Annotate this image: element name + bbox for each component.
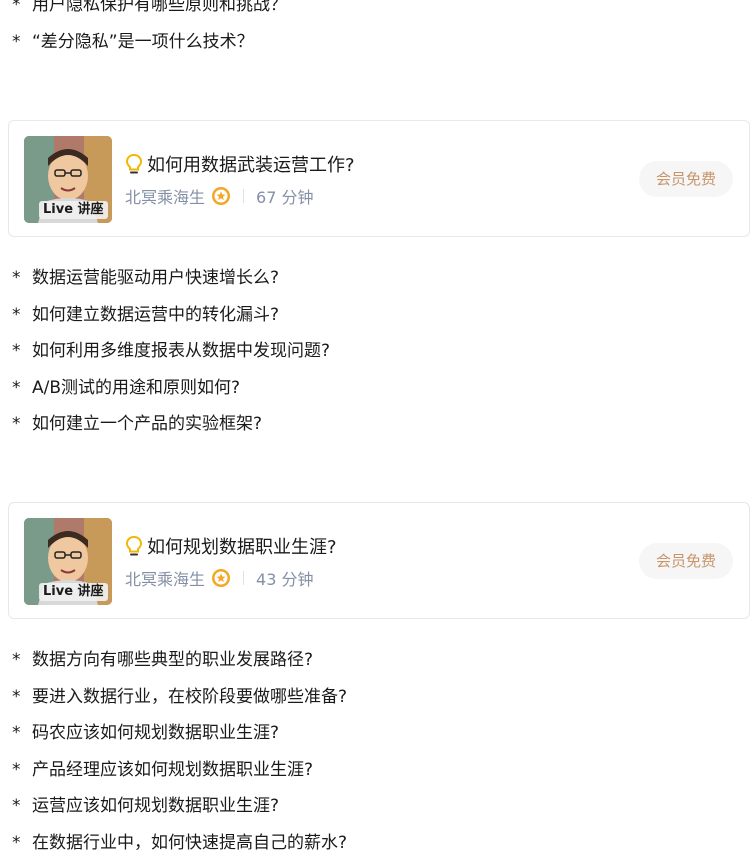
member-free-button[interactable]: 会员免费 <box>639 161 733 197</box>
question-text: 运营应该如何规划数据职业生涯? <box>32 796 280 816</box>
list-item[interactable]: * 用户隐私保护有哪些原则和挑战？ <box>12 0 287 24</box>
question-text: 码农应该如何规划数据职业生涯? <box>32 723 280 743</box>
lightbulb-icon <box>125 535 143 556</box>
list-item[interactable]: * 如何利用多维度报表从数据中发现问题? <box>12 333 330 370</box>
live-tag: Live 讲座 <box>39 201 108 219</box>
card-title-row: 如何规划数据职业生涯? <box>125 533 337 559</box>
question-text: “差分隐私”是一项什么技术？ <box>32 31 254 52</box>
question-text: 产品经理应该如何规划数据职业生涯? <box>32 759 314 780</box>
bullet-marker: * <box>12 304 21 325</box>
list-item[interactable]: * 运营应该如何规划数据职业生涯? <box>12 788 347 825</box>
bullet-marker: * <box>12 723 21 743</box>
author-name[interactable]: 北冥乘海生 <box>125 184 205 208</box>
bullet-marker: * <box>12 686 21 707</box>
question-text: 在数据行业中，如何快速提高自己的薪水? <box>32 832 348 853</box>
verified-badge-icon <box>212 569 231 587</box>
bullet-marker: * <box>12 377 21 398</box>
card-meta: 北冥乘海生 43 分钟 <box>125 566 313 590</box>
live-card[interactable]: Live 讲座 如何用数据武装运营工作? 北冥乘海生 67 分钟 会员免费 <box>8 120 750 237</box>
question-text: 如何建立数据运营中的转化漏斗? <box>32 304 280 325</box>
author-name[interactable]: 北冥乘海生 <box>125 566 205 590</box>
question-text: 用户隐私保护有哪些原则和挑战？ <box>32 0 287 15</box>
list-item[interactable]: * “差分隐私”是一项什么技术？ <box>12 24 287 61</box>
card-question-list: * 数据方向有哪些典型的职业发展路径? * 要进入数据行业，在校阶段要做哪些准备? … <box>12 642 347 861</box>
list-item[interactable]: * 产品经理应该如何规划数据职业生涯? <box>12 752 347 789</box>
question-text: 数据方向有哪些典型的职业发展路径? <box>32 650 314 670</box>
bullet-marker: * <box>12 650 21 670</box>
list-item[interactable]: * 数据方向有哪些典型的职业发展路径? <box>12 642 347 679</box>
list-item[interactable]: * 码农应该如何规划数据职业生涯? <box>12 715 347 752</box>
bullet-marker: * <box>12 31 21 52</box>
list-item[interactable]: * 要进入数据行业，在校阶段要做哪些准备? <box>12 679 347 716</box>
bullet-marker: * <box>12 0 21 15</box>
bullet-marker: * <box>12 414 21 434</box>
avatar: Live 讲座 <box>24 518 112 605</box>
top-question-list: * 用户隐私保护有哪些原则和挑战？ * “差分隐私”是一项什么技术？ <box>12 0 287 60</box>
live-card[interactable]: Live 讲座 如何规划数据职业生涯? 北冥乘海生 43 分钟 会员免费 <box>8 502 750 619</box>
duration-text: 67 分钟 <box>256 188 314 207</box>
list-item[interactable]: * 如何建立一个产品的实验框架? <box>12 406 330 443</box>
verified-badge-icon <box>212 187 231 205</box>
question-text: 数据运营能驱动用户快速增长么? <box>32 268 280 288</box>
card-title-row: 如何用数据武装运营工作? <box>125 151 355 177</box>
card-question-list: * 数据运营能驱动用户快速增长么? * 如何建立数据运营中的转化漏斗? * 如何利用多… <box>12 260 330 443</box>
meta-divider <box>243 571 245 585</box>
duration-text: 43 分钟 <box>256 570 314 589</box>
member-free-button[interactable]: 会员免费 <box>639 543 733 579</box>
list-item[interactable]: * A/B测试的用途和原则如何? <box>12 370 330 407</box>
meta-divider <box>243 189 245 203</box>
lightbulb-icon <box>125 153 143 174</box>
question-text: 如何建立一个产品的实验框架? <box>32 414 263 434</box>
question-text: A/B测试的用途和原则如何? <box>32 377 241 398</box>
card-meta: 北冥乘海生 67 分钟 <box>125 184 313 208</box>
live-tag: Live 讲座 <box>39 583 108 601</box>
question-text: 要进入数据行业，在校阶段要做哪些准备? <box>32 686 348 707</box>
card-title[interactable]: 如何用数据武装运营工作? <box>147 151 355 177</box>
avatar: Live 讲座 <box>24 136 112 223</box>
question-text: 如何利用多维度报表从数据中发现问题? <box>32 341 331 361</box>
page: * 用户隐私保护有哪些原则和挑战？ * “差分隐私”是一项什么技术？ Live 讲座 <box>0 0 752 865</box>
bullet-marker: * <box>12 832 21 853</box>
list-item[interactable]: * 数据运营能驱动用户快速增长么? <box>12 260 330 297</box>
card-title[interactable]: 如何规划数据职业生涯? <box>147 533 337 559</box>
bullet-marker: * <box>12 268 21 288</box>
list-item[interactable]: * 在数据行业中，如何快速提高自己的薪水? <box>12 825 347 862</box>
list-item[interactable]: * 如何建立数据运营中的转化漏斗? <box>12 297 330 334</box>
bullet-marker: * <box>12 759 21 780</box>
bullet-marker: * <box>12 341 21 361</box>
bullet-marker: * <box>12 796 21 816</box>
